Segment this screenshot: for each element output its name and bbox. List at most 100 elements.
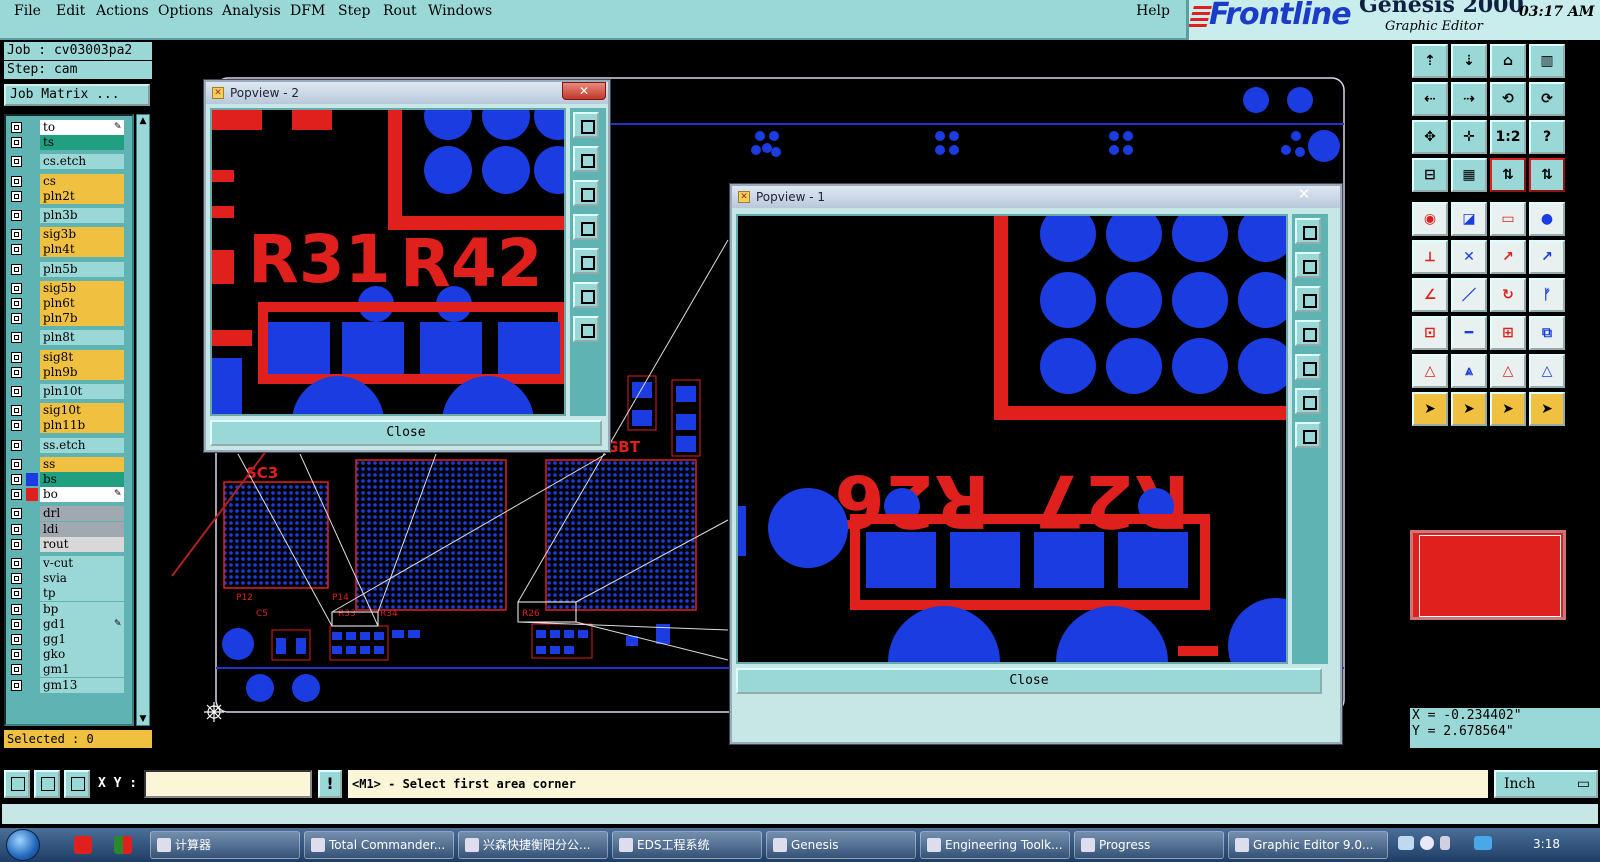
- layer-name[interactable]: pln11b: [40, 418, 124, 434]
- layer-name[interactable]: gm1: [40, 662, 124, 678]
- graphic-canvas[interactable]: GBT SC3 P12 P14 R33 R34 R26 C5 ✕ Popview…: [156, 40, 1410, 752]
- layer-row-pln9b[interactable]: pln9b: [6, 364, 132, 380]
- layer-name[interactable]: ldi: [40, 521, 124, 537]
- layer-checkbox[interactable]: [11, 313, 22, 325]
- quicklaunch-app-icon[interactable]: [114, 836, 132, 854]
- layer-row-pln10t[interactable]: pln10t: [6, 384, 132, 399]
- layer-checkbox[interactable]: [11, 474, 22, 485]
- popview-2-titlebar[interactable]: ✕ Popview - 2: [206, 82, 608, 104]
- snap-icon[interactable]: [4, 770, 30, 798]
- measure-icon[interactable]: ⊟: [1412, 158, 1448, 192]
- line-icon[interactable]: ∠: [1412, 278, 1448, 312]
- layer-checkbox[interactable]: [11, 298, 22, 309]
- zoom-out-icon[interactable]: [573, 316, 599, 342]
- help-icon[interactable]: ?: [1529, 120, 1565, 154]
- layer-name[interactable]: ss.etch: [40, 437, 124, 453]
- pan-up-icon[interactable]: [1295, 252, 1321, 278]
- split-view-icon[interactable]: ▥: [1529, 44, 1565, 78]
- layer-checkbox[interactable]: [11, 190, 22, 202]
- layer-row-pln6t[interactable]: pln6t: [6, 296, 132, 311]
- layer-checkbox[interactable]: [11, 679, 22, 691]
- layer-name[interactable]: gko: [40, 647, 124, 663]
- layer-checkbox[interactable]: [11, 603, 22, 615]
- zoom-back-icon[interactable]: ⟲: [1490, 82, 1526, 116]
- layer-checkbox[interactable]: [11, 229, 22, 241]
- popview-2-close-button[interactable]: Close: [210, 420, 602, 446]
- layer-row-drl[interactable]: drl: [6, 506, 132, 522]
- pan-left-icon[interactable]: [1295, 320, 1321, 346]
- layer-checkbox[interactable]: [11, 458, 22, 470]
- layer-name[interactable]: bp: [40, 601, 124, 617]
- layer-checkbox[interactable]: [11, 588, 22, 600]
- popview-1-close-icon[interactable]: ✕: [1282, 186, 1326, 204]
- menu-rout[interactable]: Rout: [383, 3, 417, 19]
- layer-name[interactable]: rout: [40, 536, 124, 552]
- resize-icon[interactable]: ⊞: [1490, 316, 1526, 350]
- menu-step[interactable]: Step: [338, 3, 370, 19]
- scroll-up-icon[interactable]: ▲: [138, 116, 148, 126]
- layer-name[interactable]: v-cut: [40, 556, 124, 571]
- cross-icon[interactable]: ✕: [1451, 240, 1487, 274]
- grid-icon[interactable]: ▦: [1451, 158, 1487, 192]
- layer-checkbox[interactable]: [11, 175, 22, 187]
- layer-name[interactable]: ts: [40, 135, 124, 151]
- zoom-out-icon[interactable]: [1295, 422, 1321, 448]
- popview-1-titlebar[interactable]: ✕ Popview - 1: [732, 186, 1340, 208]
- pan-left-icon[interactable]: [573, 214, 599, 240]
- zoom-home-icon[interactable]: [573, 112, 599, 138]
- layer-name[interactable]: bs: [40, 472, 124, 487]
- keyboard-icon[interactable]: [1398, 836, 1414, 850]
- layer-name[interactable]: sig10t: [40, 403, 124, 419]
- group-icon[interactable]: ⧉: [1529, 316, 1565, 350]
- select-measure-icon[interactable]: ➤: [1529, 392, 1565, 426]
- window-bottom-icon[interactable]: ⇣: [1451, 44, 1487, 78]
- layer-name[interactable]: sig5b: [40, 280, 124, 296]
- menu-windows[interactable]: Windows: [428, 3, 492, 19]
- redraw-icon[interactable]: ⟳: [1529, 82, 1565, 116]
- pad-icon[interactable]: ◉: [1412, 202, 1448, 236]
- pan-down-icon[interactable]: [1295, 286, 1321, 312]
- measure-icon[interactable]: [34, 770, 60, 798]
- layer-row-sig10t[interactable]: sig10t: [6, 403, 132, 419]
- menu-file[interactable]: File: [14, 3, 41, 19]
- layer-swap-icon[interactable]: ⇅: [1490, 158, 1526, 192]
- layer-checkbox[interactable]: [11, 573, 22, 585]
- layer-name[interactable]: drl: [40, 506, 124, 522]
- layer-name[interactable]: pln9b: [40, 364, 124, 380]
- zoom-center-icon[interactable]: ✛: [1451, 120, 1487, 154]
- select-move-icon[interactable]: ➤: [1490, 392, 1526, 426]
- taskbar-button[interactable]: Graphic Editor 9.0...: [1228, 831, 1388, 859]
- units-selector[interactable]: Inch ▭: [1494, 770, 1598, 798]
- triangle-icon[interactable]: △: [1412, 354, 1448, 388]
- layer-name[interactable]: cs.etch: [40, 154, 124, 170]
- zoom-in-icon[interactable]: [1295, 388, 1321, 414]
- pan-right-icon[interactable]: [573, 248, 599, 274]
- layer-checkbox[interactable]: [11, 649, 22, 661]
- layer-row-tp[interactable]: tp: [6, 586, 132, 602]
- triangle-b-icon[interactable]: △: [1529, 354, 1565, 388]
- taskbar-button[interactable]: Engineering Toolk...: [920, 831, 1070, 859]
- arc-icon[interactable]: ↻: [1490, 278, 1526, 312]
- layer-row-pln5b[interactable]: pln5b: [6, 261, 132, 277]
- layer-name[interactable]: svia: [40, 571, 124, 587]
- layer-row-ts[interactable]: ts: [6, 135, 132, 151]
- layer-checkbox[interactable]: [11, 156, 22, 168]
- layer-row-v-cut[interactable]: v-cut: [6, 556, 132, 571]
- layer-name[interactable]: sig8t: [40, 349, 124, 365]
- layer-name[interactable]: pln5b: [40, 261, 124, 277]
- select-arrow-icon[interactable]: ➤: [1412, 392, 1448, 426]
- quicklaunch-app-icon[interactable]: [74, 836, 92, 854]
- home-icon[interactable]: ⌂: [1490, 44, 1526, 78]
- network-icon[interactable]: [1474, 836, 1492, 850]
- taskbar-button[interactable]: Total Commander...: [304, 831, 454, 859]
- layer-row-sig8t[interactable]: sig8t: [6, 349, 132, 365]
- layer-row-bo[interactable]: bo ✎: [6, 487, 132, 503]
- layer-list-scrollbar[interactable]: ▲ ▼: [136, 114, 150, 726]
- layer-checkbox[interactable]: [11, 618, 22, 630]
- layer-row-cs[interactable]: cs: [6, 173, 132, 189]
- warning-icon[interactable]: !: [318, 770, 342, 798]
- layer-checkbox[interactable]: [11, 439, 22, 451]
- layer-checkbox[interactable]: [11, 420, 22, 432]
- layer-row-gm1[interactable]: gm1: [6, 662, 132, 678]
- menu-help[interactable]: Help: [1136, 3, 1170, 19]
